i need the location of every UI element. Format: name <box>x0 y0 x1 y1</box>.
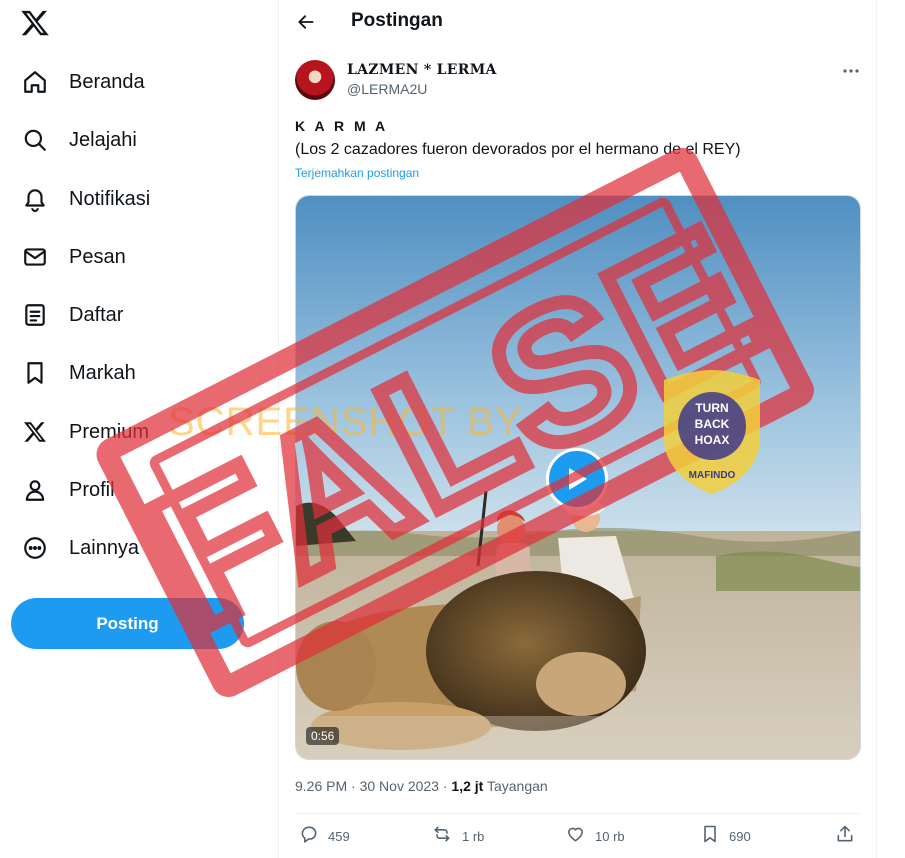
sidebar-item-markah[interactable]: Markah <box>20 353 136 393</box>
watermark-text: SCREENSHOT BY <box>168 400 523 444</box>
like-button[interactable]: 10 rb <box>565 822 625 850</box>
person-icon <box>20 475 50 505</box>
svg-text:TURN: TURN <box>695 401 728 415</box>
bookmark-icon <box>700 824 720 849</box>
video-player[interactable]: 0:56 <box>295 195 861 760</box>
svg-text:BACK: BACK <box>695 417 730 431</box>
repost-icon <box>431 824 453 849</box>
post-actions: 459 1 rb 10 rb 690 <box>295 822 861 850</box>
sidebar-item-label: Premium <box>69 420 150 443</box>
avatar[interactable] <box>295 60 335 100</box>
sidebar-item-label: Profil <box>69 478 115 501</box>
svg-text:HOAX: HOAX <box>695 433 730 447</box>
sidebar-item-profil[interactable]: Profil <box>20 470 115 510</box>
play-button[interactable] <box>546 448 608 510</box>
column-divider <box>876 0 877 858</box>
share-button[interactable] <box>835 822 855 850</box>
sidebar-item-notifikasi[interactable]: Notifikasi <box>20 179 150 219</box>
bell-icon <box>20 184 50 214</box>
sidebar-item-jelajahi[interactable]: Jelajahi <box>20 120 137 160</box>
like-count: 10 rb <box>595 828 625 844</box>
sidebar-item-label: Jelajahi <box>69 128 137 151</box>
sidebar-item-label: Lainnya <box>69 536 140 559</box>
views-count: 1,2 jt <box>451 778 484 794</box>
video-duration: 0:56 <box>306 727 340 745</box>
play-icon <box>565 466 589 492</box>
bookmark-button[interactable]: 690 <box>700 822 751 850</box>
sidebar-item-premium[interactable]: Premium <box>20 412 149 452</box>
sidebar-item-daftar[interactable]: Daftar <box>20 295 123 335</box>
reply-icon <box>299 824 319 849</box>
post-text-title: K A R M A <box>295 118 389 134</box>
back-arrow-icon[interactable] <box>293 9 319 35</box>
sidebar-item-label: Daftar <box>69 303 124 326</box>
search-icon <box>20 125 50 155</box>
views-label: Tayangan <box>483 778 548 794</box>
divider <box>295 813 861 814</box>
more-horizontal-icon[interactable] <box>839 62 863 80</box>
reply-button[interactable]: 459 <box>299 822 350 850</box>
reply-count: 459 <box>328 828 350 844</box>
x-logo-icon[interactable] <box>20 8 52 40</box>
display-name[interactable]: 𝐋𝐀𝐙𝐌𝐄𝐍 * 𝐋𝐄𝐑𝐌𝐀 <box>347 62 497 78</box>
sidebar-item-beranda[interactable]: Beranda <box>20 62 145 102</box>
sidebar-item-label: Notifikasi <box>69 187 151 210</box>
heart-icon <box>565 824 586 849</box>
mafindo-badge: TURN BACK HOAX MAFINDO <box>664 370 760 494</box>
translate-post-link[interactable]: Terjemahkan postingan <box>295 166 419 180</box>
sidebar-item-label: Markah <box>69 361 136 384</box>
post-button[interactable]: Posting <box>11 598 244 649</box>
post-timestamp[interactable]: 9.26 PM · 30 Nov 2023 · <box>295 778 451 794</box>
list-icon <box>20 300 50 330</box>
home-icon <box>20 67 50 97</box>
page-header: Postingan <box>279 0 876 44</box>
post-meta: 9.26 PM · 30 Nov 2023 · 1,2 jt Tayangan <box>295 778 548 794</box>
repost-button[interactable]: 1 rb <box>431 822 484 850</box>
page-title: Postingan <box>351 10 443 31</box>
more-circle-icon <box>20 533 50 563</box>
sidebar-item-label: Beranda <box>69 70 145 93</box>
mail-icon <box>20 242 50 272</box>
repost-count: 1 rb <box>462 828 485 844</box>
sidebar-item-label: Pesan <box>69 245 126 268</box>
x-logo-icon <box>20 417 50 447</box>
bookmark-count: 690 <box>729 828 751 844</box>
user-handle[interactable]: @LERMA2U <box>347 81 427 97</box>
svg-text:MAFINDO: MAFINDO <box>689 470 736 481</box>
post-text-body: (Los 2 cazadores fueron devorados por el… <box>295 141 741 158</box>
share-icon <box>835 824 855 849</box>
sidebar-item-lainnya[interactable]: Lainnya <box>20 528 139 568</box>
bookmark-icon <box>20 358 50 388</box>
sidebar-item-pesan[interactable]: Pesan <box>20 237 126 277</box>
